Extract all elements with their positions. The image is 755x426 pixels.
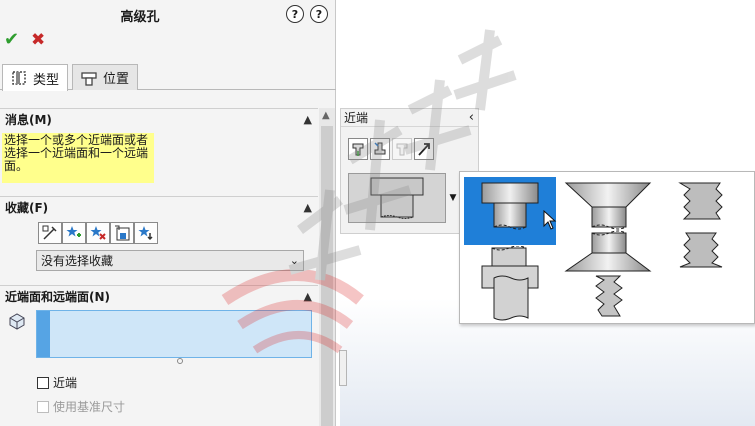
near-side-element-preview[interactable] — [348, 173, 446, 223]
add-favorite-icon[interactable] — [62, 222, 86, 244]
scrollbar[interactable]: ▲ — [319, 108, 335, 426]
near-side-panel-header: 近端 ‹ — [341, 109, 478, 127]
chevron-down-icon[interactable]: ▼ — [447, 173, 459, 223]
favorites-dropdown[interactable]: 没有选择收藏 ⌄ — [36, 250, 304, 271]
tab-type[interactable]: 类型 — [2, 64, 69, 91]
collapse-icon[interactable]: ▲ — [304, 290, 312, 303]
insert-element-above-icon[interactable] — [348, 138, 368, 160]
near-side-checkbox-row[interactable]: 近端 — [37, 374, 77, 391]
message-section-title: 消息(M) — [5, 113, 52, 127]
faces-section-title: 近端面和远端面(N) — [5, 290, 111, 304]
flip-direction-icon[interactable] — [414, 138, 434, 160]
save-favorite-icon[interactable] — [110, 222, 134, 244]
load-favorite-icon[interactable] — [134, 222, 158, 244]
near-side-label: 近端 — [53, 376, 78, 390]
face-icon — [9, 313, 25, 330]
scroll-thumb[interactable] — [321, 126, 333, 426]
property-manager: 高级孔 ? ? ✔ ✖ 类型 位置 消息(M) ▲ 选择一个或多个近端面或者选择… — [0, 0, 336, 426]
ok-button[interactable]: ✔ — [4, 31, 19, 49]
faces-selection-box[interactable] — [36, 310, 312, 358]
favorites-dropdown-value: 没有选择收藏 — [41, 254, 114, 268]
mouse-cursor-icon — [543, 210, 557, 230]
chevron-down-icon: ⌄ — [289, 254, 299, 267]
standard-size-label: 使用基准尺寸 — [53, 400, 126, 414]
tab-bar: 类型 位置 — [0, 64, 336, 91]
faces-section-header[interactable]: 近端面和远端面(N) ▲ — [0, 285, 318, 307]
whats-new-icon[interactable]: ? — [286, 5, 304, 23]
delete-favorite-icon[interactable] — [86, 222, 110, 244]
resize-handle[interactable] — [177, 358, 183, 364]
help-icon[interactable]: ? — [310, 5, 328, 23]
thread-icon[interactable] — [660, 177, 752, 268]
position-icon — [81, 71, 97, 86]
panel-splitter[interactable] — [339, 350, 347, 386]
near-side-panel-title: 近端 — [344, 111, 369, 125]
hole-type-icon — [12, 71, 26, 85]
collapse-icon[interactable]: ▲ — [304, 201, 312, 214]
cancel-button[interactable]: ✖ — [31, 31, 45, 49]
selection-indicator — [37, 311, 50, 357]
standard-size-checkbox-row: 使用基准尺寸 — [37, 398, 125, 415]
insert-element-below-icon[interactable] — [370, 138, 390, 160]
countersink-icon[interactable] — [562, 177, 654, 272]
hole-type-flyout — [459, 171, 755, 324]
panel-title: 高级孔 — [120, 10, 160, 25]
tab-position-label: 位置 — [103, 72, 130, 87]
apply-defaults-icon[interactable] — [38, 222, 62, 244]
near-side-checkbox[interactable] — [37, 376, 49, 389]
near-side-toolbar — [348, 138, 434, 160]
tab-type-label: 类型 — [33, 72, 60, 88]
message-text: 选择一个或多个近端面或者选择一个近端面和一个远端面。 — [2, 133, 154, 183]
favorites-section-title: 收藏(F) — [5, 201, 49, 215]
message-section-header[interactable]: 消息(M) ▲ — [0, 108, 318, 130]
tab-position[interactable]: 位置 — [72, 64, 139, 90]
back-icon[interactable]: ‹ — [469, 109, 474, 127]
favorites-section-header[interactable]: 收藏(F) ▲ — [0, 196, 318, 218]
tapered-tap-icon[interactable] — [562, 272, 654, 340]
standard-size-checkbox — [37, 400, 49, 413]
scroll-up-icon[interactable]: ▲ — [322, 110, 330, 121]
delete-element-icon — [392, 138, 412, 160]
straight-tap-icon[interactable] — [464, 272, 556, 340]
favorites-toolbar — [38, 222, 158, 244]
collapse-icon[interactable]: ▲ — [304, 113, 312, 126]
